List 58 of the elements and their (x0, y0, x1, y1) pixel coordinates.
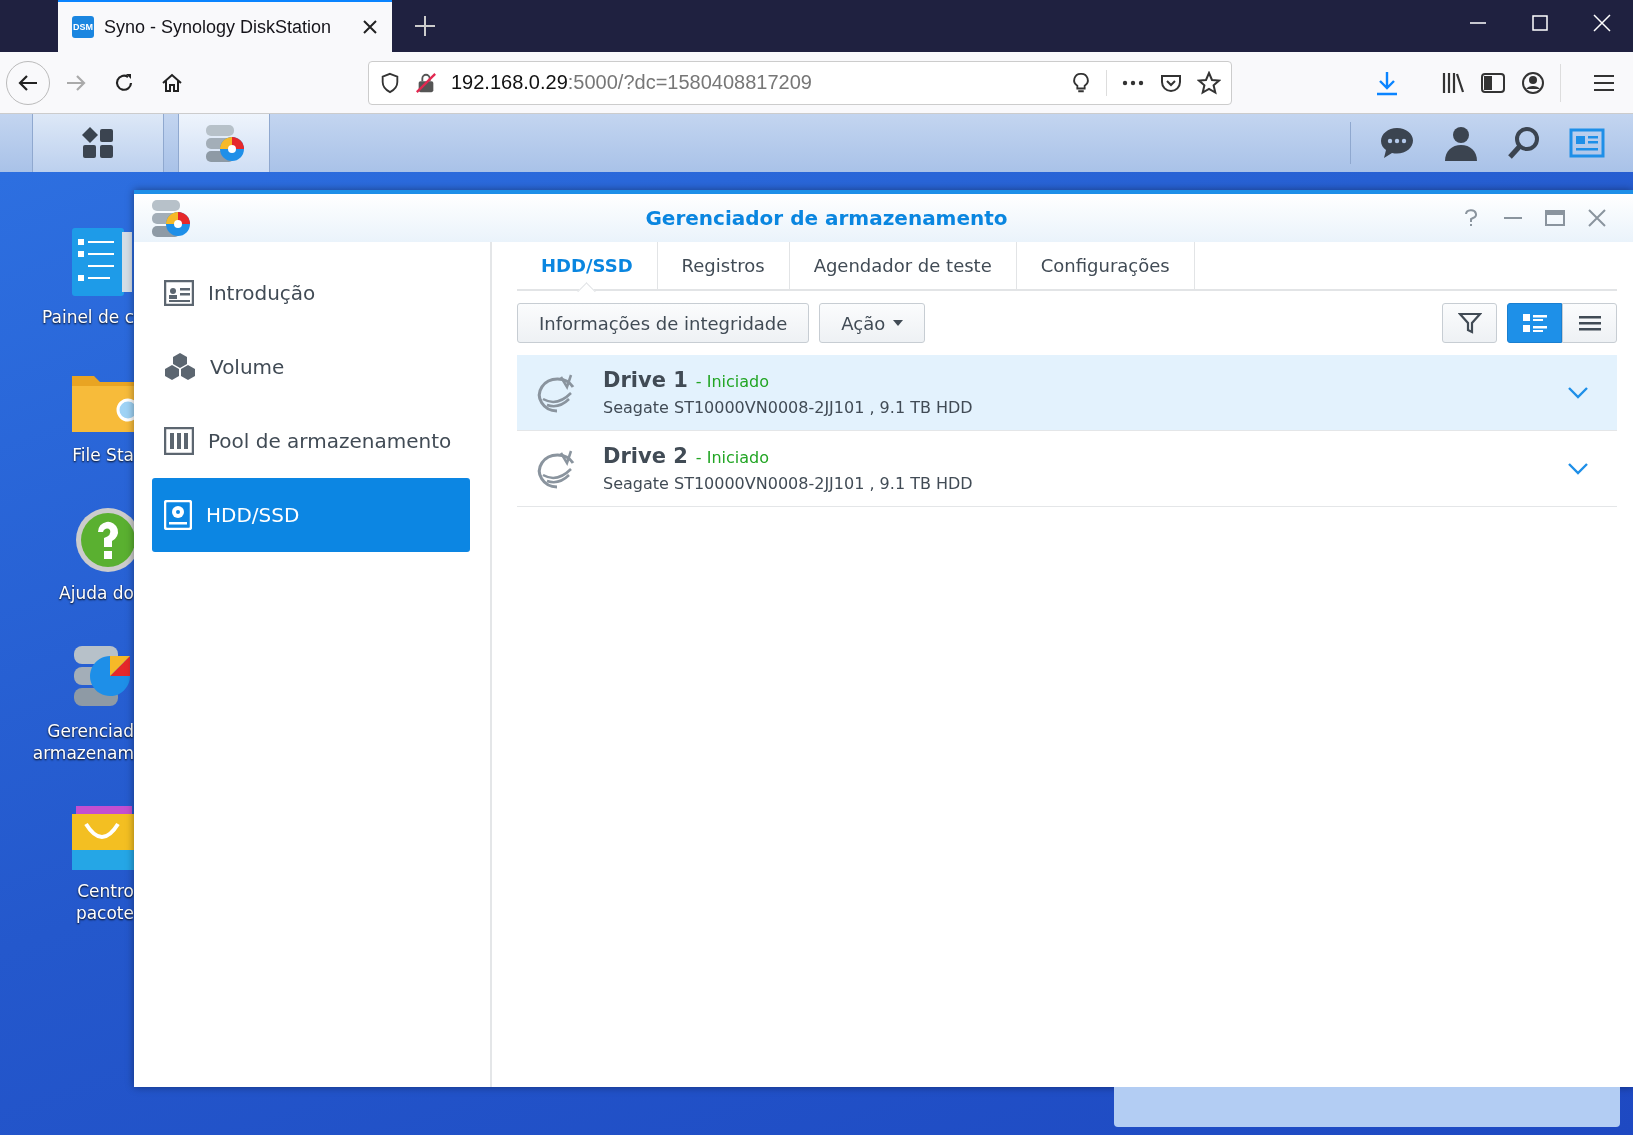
browser-tab[interactable]: DSM Syno - Synology DiskStation (58, 0, 392, 52)
plus-icon[interactable] (414, 15, 436, 37)
sidebar-item[interactable]: Volume (152, 330, 470, 404)
desktop-icon-label: Painel de c (42, 306, 134, 328)
menu-icon (1577, 313, 1602, 333)
sidebar-item[interactable]: HDD/SSD (152, 478, 470, 552)
url-text: 192.168.0.29:5000/?dc=1580408817209 (451, 71, 813, 94)
chevron-down-icon[interactable] (1567, 385, 1589, 400)
tab[interactable]: Configurações (1016, 242, 1195, 289)
tab[interactable]: Agendador de teste (789, 242, 1017, 289)
tab-title: Syno - Synology DiskStation (104, 16, 333, 38)
shield-icon[interactable] (379, 71, 401, 94)
drive-name: Drive 1 (603, 368, 688, 392)
drive-description: Seagate ST10000VN0008-2JJ101 , 9.1 TB HDD (603, 474, 974, 493)
taskbar-button[interactable] (32, 114, 164, 172)
download-icon[interactable] (1374, 69, 1400, 96)
view-toggle[interactable] (1507, 303, 1562, 343)
toolbar-button[interactable]: Informações de integridade (517, 303, 810, 343)
caret-icon (893, 320, 904, 326)
cubes-icon (164, 352, 196, 382)
drive-status: - Iniciado (695, 372, 769, 391)
view-toggle[interactable] (1562, 303, 1617, 343)
drive-description: Seagate ST10000VN0008-2JJ101 , 9.1 TB HDD (603, 398, 974, 417)
desktop-icon-label: pacote (75, 902, 134, 924)
desktop-icon-label: File Sta (72, 444, 134, 466)
window-title: Gerenciador de armazenamento (644, 206, 1009, 230)
drive-status: - Iniciado (695, 448, 769, 467)
drive-row[interactable]: Drive 2 - Iniciado Seagate ST10000VN0008-2JJ101 , 9.1 TB HDD (517, 431, 1617, 507)
id-card-icon (164, 280, 194, 306)
favicon: DSM (72, 16, 94, 38)
grid-icon (81, 126, 115, 160)
action-menu-button[interactable]: Ação (819, 303, 926, 343)
tab[interactable]: Registros (657, 242, 790, 289)
list-view-icon (1521, 312, 1548, 334)
search-icon[interactable] (1507, 126, 1541, 160)
desktop-icon-label: armazenam (32, 742, 134, 764)
user-icon[interactable] (1443, 125, 1479, 161)
sidebar-item[interactable]: Pool de armazenamento (152, 404, 470, 478)
desktop-icon-label: Centro (76, 880, 134, 902)
drive-bays-icon (164, 427, 194, 455)
sidebar-item[interactable]: Introdução (152, 256, 470, 330)
desktop-icon-label: Gerenciad (46, 720, 134, 742)
desktop-icon-label: Ajuda do (59, 582, 134, 604)
lightbulb-icon[interactable] (1070, 71, 1092, 94)
control-panel-icon[interactable] (70, 226, 134, 298)
maximize-icon[interactable] (1531, 14, 1549, 32)
address-bar[interactable]: 192.168.0.29:5000/?dc=1580408817209 (368, 60, 1232, 105)
chat-icon[interactable] (1379, 126, 1415, 160)
tab[interactable]: HDD/SSD (517, 242, 658, 289)
close-icon[interactable] (362, 19, 378, 35)
drive-name: Drive 2 (603, 444, 688, 468)
account-icon[interactable] (1520, 69, 1546, 96)
filter-icon (1457, 311, 1482, 335)
chevron-down-icon[interactable] (1567, 461, 1589, 476)
star-icon[interactable] (1197, 70, 1221, 95)
drive-row[interactable]: Drive 1 - Iniciado Seagate ST10000VN0008-2JJ101 , 9.1 TB HDD (517, 355, 1617, 431)
filter-button[interactable] (1442, 303, 1497, 343)
insecure-lock-icon[interactable] (415, 71, 437, 94)
